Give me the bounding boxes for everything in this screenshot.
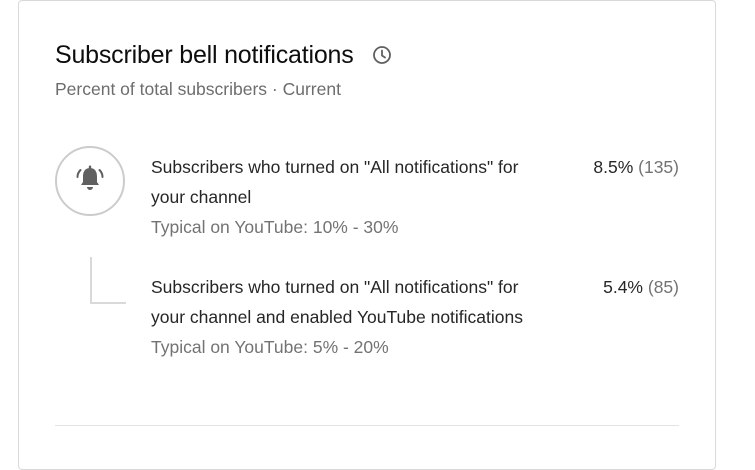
metric-count: (85) (647, 277, 679, 297)
metric-typical-range: Typical on YouTube: 10% - 30% (151, 217, 399, 237)
metric-all-notifications: Subscribers who turned on "All notificat… (151, 152, 541, 242)
divider (55, 425, 679, 426)
bell-icon-badge (55, 146, 125, 216)
metric-all-notifications-enabled: Subscribers who turned on "All notificat… (151, 272, 541, 362)
tree-connector (90, 257, 126, 304)
metric-description: Subscribers who turned on "All notificat… (151, 277, 524, 327)
card-title: Subscriber bell notifications (55, 40, 354, 69)
card-header: Subscriber bell notifications (55, 35, 392, 75)
subscriber-bell-card: Subscriber bell notifications Percent of… (18, 0, 716, 470)
metric-count: (135) (638, 157, 679, 177)
metric-typical-range: Typical on YouTube: 5% - 20% (151, 337, 389, 357)
card-subtitle: Percent of total subscribers · Current (55, 79, 341, 99)
metric-value: 8.5% (135) (593, 152, 679, 182)
clock-icon[interactable] (372, 45, 392, 65)
metric-percent: 5.4% (603, 277, 643, 297)
bell-ringing-icon (73, 162, 107, 201)
metric-description: Subscribers who turned on "All notificat… (151, 157, 519, 207)
metric-percent: 8.5% (593, 157, 634, 177)
metric-value: 5.4% (85) (603, 272, 679, 302)
